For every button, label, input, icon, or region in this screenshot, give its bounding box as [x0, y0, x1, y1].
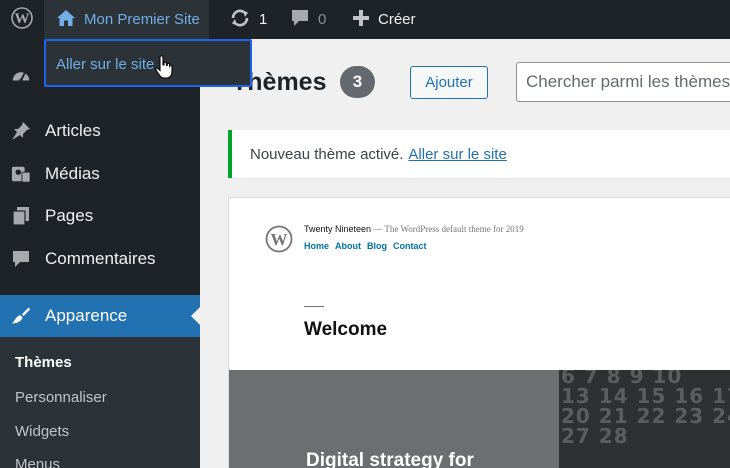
theme-nav-item: Home — [304, 241, 330, 251]
success-notice: Nouveau thème activé. Aller sur le site — [228, 130, 730, 178]
svg-text:W: W — [271, 230, 288, 249]
theme-nav-item: About — [335, 241, 362, 251]
theme-nav: Home About Blog Contact — [304, 241, 427, 251]
theme-welcome-heading: Welcome — [304, 319, 388, 340]
admin-side-menu: Articles Médias Pages Commentaires Appar… — [0, 39, 200, 468]
menu-item-pages[interactable]: Pages — [0, 197, 200, 235]
site-name-dropdown: Aller sur le site — [44, 39, 252, 87]
theme-tagline: — The WordPress default theme for 2019 — [373, 224, 524, 234]
menu-label: Apparence — [45, 306, 128, 325]
site-name: Mon Premier Site — [84, 11, 200, 28]
new-label: Créer — [378, 11, 416, 28]
comments-link[interactable]: 0 — [290, 0, 326, 39]
submenu-themes[interactable]: Thèmes — [15, 354, 72, 371]
menu-label: Médias — [45, 164, 100, 183]
media-icon — [11, 164, 31, 184]
notice-visit-site-link[interactable]: Aller sur le site — [408, 146, 506, 163]
theme-site-title: Twenty Nineteen — The WordPress default … — [304, 224, 524, 234]
home-icon — [56, 9, 76, 31]
brush-icon — [11, 305, 31, 327]
submenu-menus[interactable]: Menus — [15, 456, 60, 468]
pages-icon — [11, 206, 31, 226]
menu-item-commentaires[interactable]: Commentaires — [0, 240, 200, 278]
calendar-photo: 6 7 8 9 10 13 14 15 16 17 20 21 22 23 24… — [559, 370, 730, 468]
menu-item-medias[interactable]: Médias — [0, 155, 200, 193]
wordpress-logo-menu[interactable]: W — [0, 0, 44, 39]
wordpress-logo-icon: W — [11, 6, 33, 33]
menu-label: Commentaires — [45, 249, 156, 268]
apparence-submenu: Thèmes Personnaliser Widgets Menus — [0, 337, 200, 468]
svg-text:W: W — [15, 11, 30, 27]
admin-bar: W Mon Premier Site 1 0 Créer — [0, 0, 730, 39]
add-theme-button[interactable]: Ajouter — [410, 66, 488, 99]
theme-nav-item: Blog — [367, 241, 388, 251]
theme-wordpress-logo-icon: W — [265, 225, 293, 258]
comments-count: 0 — [318, 11, 327, 28]
theme-name: Twenty Nineteen — [304, 224, 372, 234]
dashboard-gauge-icon — [11, 65, 31, 85]
active-theme-preview[interactable]: W Twenty Nineteen — The WordPress defaul… — [228, 197, 730, 468]
updates-link[interactable]: 1 — [229, 0, 267, 39]
hand-pointer-cursor-icon — [155, 55, 173, 84]
comments-icon — [11, 249, 31, 269]
theme-divider — [304, 306, 324, 307]
updates-icon — [229, 8, 251, 32]
menu-label: Articles — [45, 121, 101, 140]
menu-item-articles[interactable]: Articles — [0, 112, 200, 150]
site-name-menu[interactable]: Mon Premier Site — [44, 0, 209, 39]
plus-icon — [352, 9, 370, 31]
search-themes-input[interactable]: Chercher parmi les thèmes — [516, 62, 730, 102]
pin-icon — [11, 121, 31, 141]
active-indicator-arrow — [191, 307, 200, 325]
notice-text: Nouveau thème activé. — [250, 145, 404, 163]
visit-site-link[interactable]: Aller sur le site — [56, 56, 154, 73]
updates-count: 1 — [259, 11, 268, 28]
comment-bubble-icon — [290, 8, 310, 32]
theme-hero: 6 7 8 9 10 13 14 15 16 17 20 21 22 23 24… — [229, 370, 730, 468]
theme-count-badge: 3 — [340, 66, 375, 98]
theme-hero-heading: Digital strategy for — [306, 450, 474, 468]
new-content-menu[interactable]: Créer — [352, 0, 416, 39]
calendar-numbers: 6 7 8 9 10 13 14 15 16 17 20 21 22 23 24… — [561, 370, 730, 448]
menu-item-apparence[interactable]: Apparence — [0, 295, 200, 337]
menu-label: Pages — [45, 206, 94, 225]
submenu-widgets[interactable]: Widgets — [15, 423, 69, 440]
theme-nav-item: Contact — [393, 241, 427, 251]
submenu-personnaliser[interactable]: Personnaliser — [15, 389, 107, 406]
